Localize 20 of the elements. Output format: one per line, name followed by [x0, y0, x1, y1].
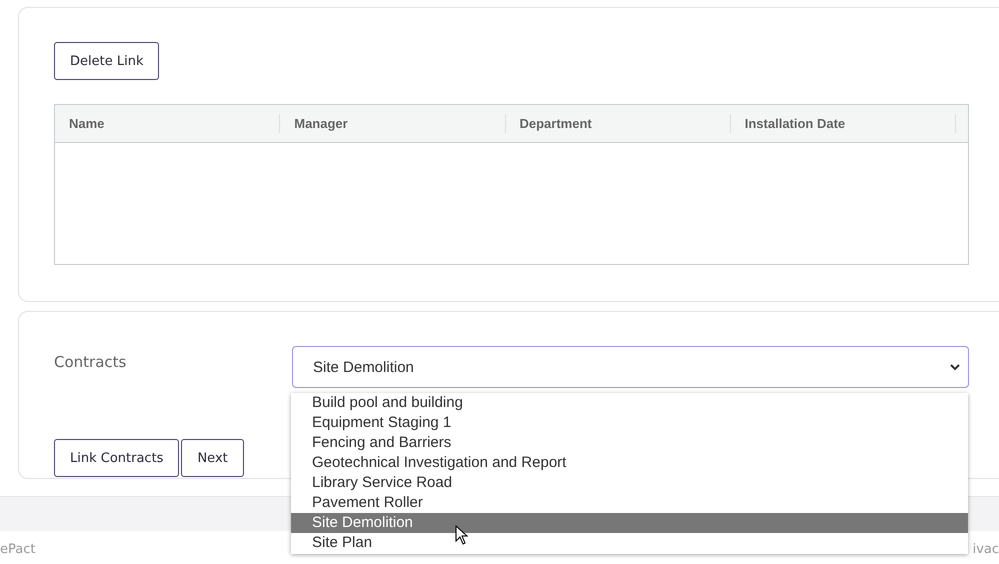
dropdown-option[interactable]: Site Plan [291, 533, 968, 553]
mouse-pointer-icon [455, 525, 469, 545]
contracts-select[interactable]: Site Demolition [292, 346, 969, 388]
footer-text: ePact [0, 542, 36, 557]
chevron-down-icon [950, 364, 960, 370]
dropdown-option[interactable]: Equipment Staging 1 [291, 413, 968, 433]
action-button[interactable]: Link Contracts [54, 439, 180, 477]
contracts-label: Contracts [54, 353, 128, 371]
action-button[interactable]: Next [181, 439, 244, 477]
column-header[interactable]: Manager [294, 116, 348, 131]
column-header[interactable]: Department [520, 116, 592, 131]
dropdown-option[interactable]: Library Service Road [291, 473, 968, 493]
dropdown-option[interactable]: Site Demolition [291, 513, 968, 533]
dropdown-option[interactable]: Fencing and Barriers [291, 433, 968, 453]
dropdown-option[interactable]: Build pool and building [291, 393, 968, 413]
column-header[interactable]: Name [69, 116, 104, 131]
dropdown-option[interactable]: Geotechnical Investigation and Report [291, 453, 968, 473]
delete-link-button[interactable]: Delete Link [54, 42, 160, 80]
dropdown-option[interactable]: Pavement Roller [291, 493, 968, 513]
column-header[interactable]: Installation Date [744, 116, 846, 131]
